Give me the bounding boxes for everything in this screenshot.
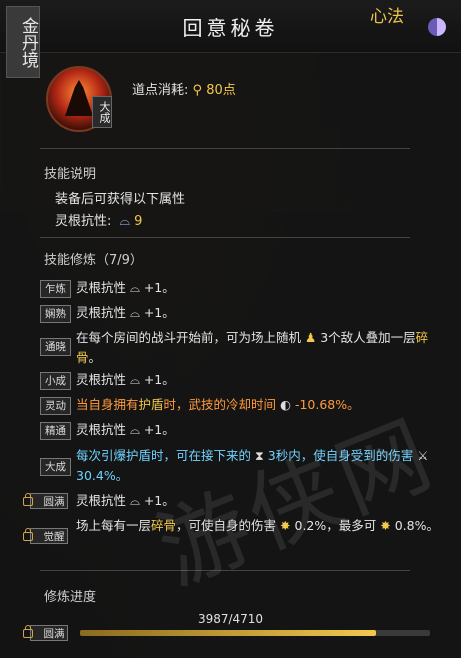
row-badge: 乍炼 <box>40 280 71 298</box>
row-text-a: 当自身拥有 <box>76 397 139 412</box>
dao-point-cost: 道点消耗: ⚲ 80点 <box>132 79 236 98</box>
row-text-b: 3个敌人叠加一层 <box>320 330 416 345</box>
description-heading: 技能说明 <box>44 167 97 182</box>
cooldown-icon: ◐ <box>280 397 291 412</box>
cost-value: 80点 <box>206 83 236 98</box>
row-text-c: 。 <box>88 350 102 365</box>
row-text-b: 时，武技的冷却时间 <box>163 397 277 412</box>
progress-heading: 修炼进度 <box>44 590 97 605</box>
progress-bar <box>80 630 430 636</box>
skill-rank-badge: 大成 <box>92 96 112 128</box>
row-badge: 娴熟 <box>40 305 71 323</box>
row-value: 30.4%。 <box>76 468 129 483</box>
lock-icon <box>23 625 33 638</box>
crowd-icon: ♟ <box>305 330 317 345</box>
cost-label: 道点消耗: <box>132 83 189 98</box>
row-badge: 小成 <box>40 372 71 390</box>
row-text: 灵根抗性 ⌓ +1。 <box>76 280 175 295</box>
row-badge: 灵动 <box>40 397 71 415</box>
row-badge: 圆满 <box>23 625 68 641</box>
attribute-line: 灵根抗性: ⌓ 9 <box>55 210 142 229</box>
row-badge: 通晓 <box>40 338 71 356</box>
description-line: 装备后可获得以下属性 <box>55 192 186 207</box>
shield-keyword[interactable]: 护盾 <box>139 397 164 412</box>
xinfa-label: 心法 <box>370 7 404 27</box>
warrior-silhouette-icon <box>65 80 93 116</box>
row-badge: 圆满 <box>23 493 68 509</box>
progress-fill <box>80 630 377 636</box>
divider <box>40 148 410 149</box>
row-badge-label: 圆满 <box>43 628 65 640</box>
row-badge: 觉醒 <box>23 528 68 544</box>
attribute-label: 灵根抗性: <box>55 214 112 229</box>
lock-icon <box>23 528 33 541</box>
skill-panel: 金丹境 回意秘卷 心法 大成 道点消耗: ⚲ 80点 技能说明 装备后可获得以下… <box>0 0 461 658</box>
taiji-icon[interactable] <box>428 18 446 36</box>
row-badge: 大成 <box>40 458 71 476</box>
row-badge: 精通 <box>40 422 71 440</box>
divider <box>40 237 410 238</box>
training-heading: 技能修炼（7/9） <box>44 253 143 268</box>
row-text-a: 在每个房间的战斗开始前，可为场上随机 <box>76 330 302 345</box>
row-text: 灵根抗性 ⌓ +1。 <box>76 305 175 320</box>
spirit-root-icon: ⌓ <box>115 214 130 229</box>
dao-point-icon: ⚲ <box>192 83 203 98</box>
lock-icon <box>23 493 33 506</box>
row-text-a: 场上每有一层 <box>76 518 152 533</box>
row-badge-label: 圆满 <box>43 496 65 508</box>
watermark: 游侠网 <box>144 400 451 606</box>
progress-text: 3987/4710 <box>197 612 264 626</box>
row-text: 在每个房间的战斗开始前，可为场上随机 ♟ 3个敌人叠加一层碎骨。 <box>76 328 446 368</box>
row-badge-label: 觉醒 <box>43 531 65 543</box>
attribute-value: 9 <box>134 214 143 229</box>
